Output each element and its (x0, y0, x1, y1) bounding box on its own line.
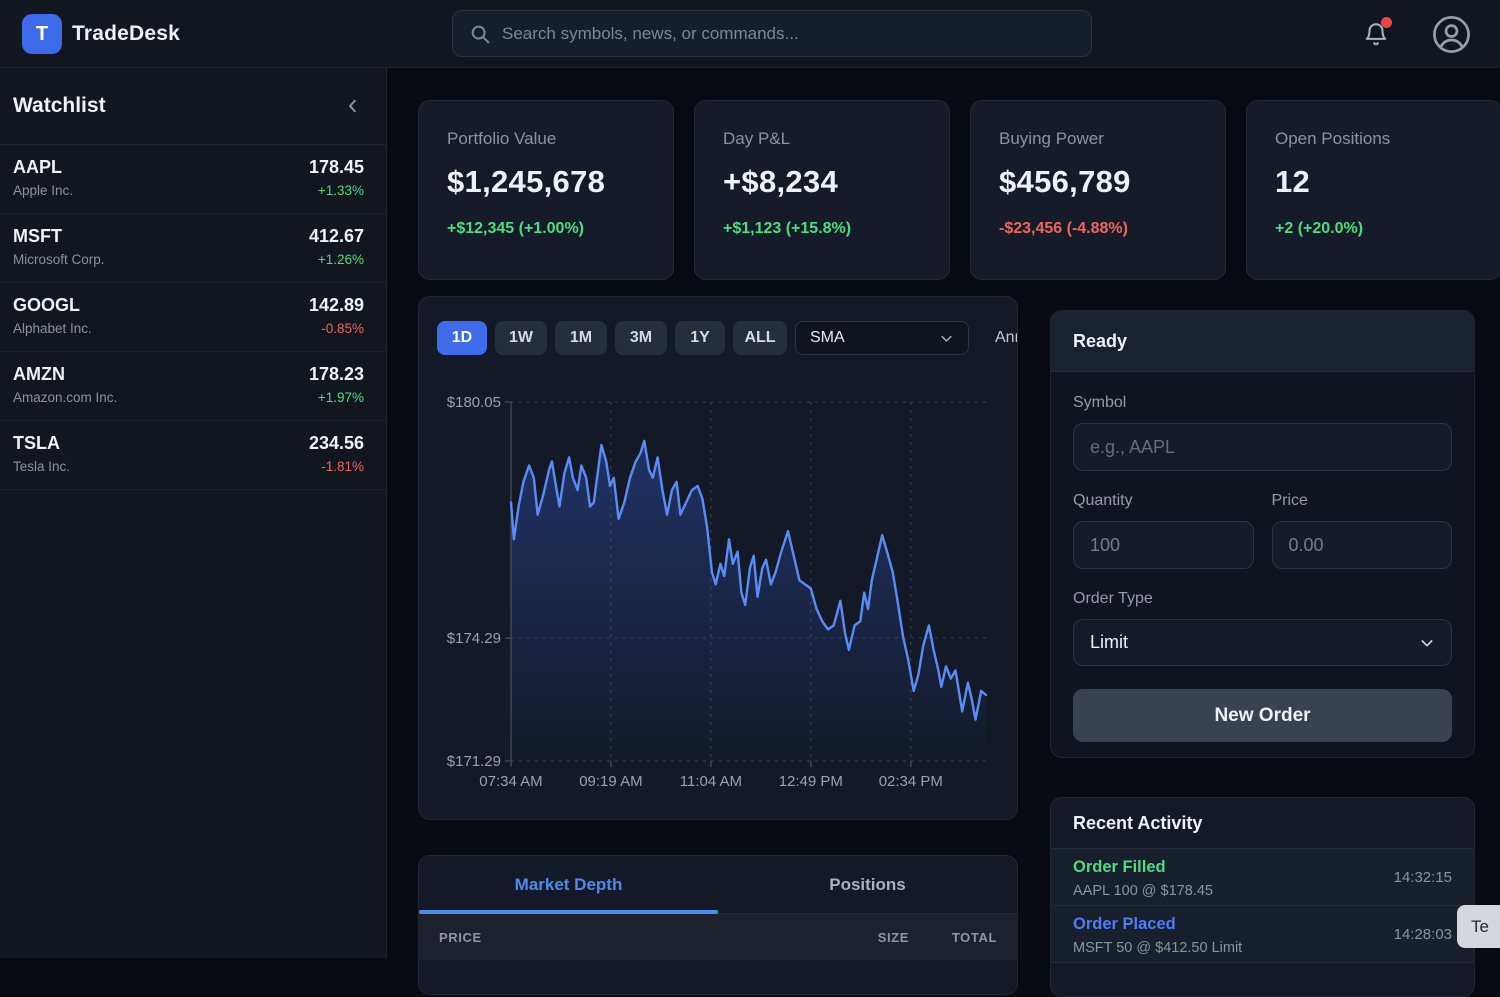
symbol-label: Symbol (1073, 394, 1452, 412)
svg-text:$171.29: $171.29 (447, 753, 501, 770)
new-order-button[interactable]: New Order (1073, 689, 1452, 742)
change: -0.85% (309, 321, 364, 336)
column-price: PRICE (439, 930, 779, 945)
price: 178.23 (309, 364, 364, 385)
company-name: Amazon.com Inc. (13, 390, 117, 405)
search-input[interactable] (502, 24, 1075, 44)
recent-activity-title: Recent Activity (1051, 798, 1474, 849)
bottom-tabs: Market Depth Positions (419, 856, 1017, 914)
symbol: GOOGL (13, 295, 92, 316)
app-logo: T (22, 14, 62, 54)
stat-change: +$1,123 (+15.8%) (723, 220, 921, 238)
search-icon (469, 23, 491, 45)
stat-card-portfolio-value: Portfolio Value $1,245,678 +$12,345 (+1.… (418, 100, 674, 280)
order-ticket-panel: Ready Symbol Quantity Price Order Type L… (1050, 310, 1475, 758)
activity-item-order-placed[interactable]: Order Placed MSFT 50 @ $412.50 Limit 14:… (1051, 906, 1474, 963)
column-total: TOTAL (909, 930, 997, 945)
market-depth-panel: Market Depth Positions PRICE SIZE TOTAL (418, 855, 1018, 995)
stat-label: Portfolio Value (447, 129, 645, 149)
stat-change: +2 (+20.0%) (1275, 220, 1473, 238)
company-name: Alphabet Inc. (13, 321, 92, 336)
stat-card-day-pnl: Day P&L +$8,234 +$1,123 (+15.8%) (694, 100, 950, 280)
toast-text: Te (1471, 917, 1489, 937)
watchlist-item-tsla[interactable]: TSLA Tesla Inc. 234.56 -1.81% (0, 421, 386, 490)
notification-badge (1381, 17, 1392, 28)
stat-value: $456,789 (999, 164, 1197, 200)
symbol: MSFT (13, 226, 105, 247)
activity-time: 14:32:15 (1394, 869, 1452, 886)
stat-label: Buying Power (999, 129, 1197, 149)
price: 412.67 (309, 226, 364, 247)
stat-card-buying-power: Buying Power $456,789 -$23,456 (-4.88%) (970, 100, 1226, 280)
change: -1.81% (309, 459, 364, 474)
stat-value: +$8,234 (723, 164, 921, 200)
svg-text:09:19 AM: 09:19 AM (579, 773, 642, 790)
order-status: Ready (1051, 311, 1474, 372)
stat-change: -$23,456 (-4.88%) (999, 220, 1197, 238)
chevron-down-icon (1419, 635, 1435, 651)
stat-value: $1,245,678 (447, 164, 645, 200)
watchlist-item-googl[interactable]: GOOGL Alphabet Inc. 142.89 -0.85% (0, 283, 386, 352)
svg-text:07:34 AM: 07:34 AM (479, 773, 542, 790)
watchlist-title: Watchlist (13, 94, 106, 118)
user-avatar-icon[interactable] (1431, 14, 1472, 55)
depth-table-header: PRICE SIZE TOTAL (419, 914, 1017, 960)
stats-row: Portfolio Value $1,245,678 +$12,345 (+1.… (418, 100, 1500, 280)
order-type-select[interactable]: Limit (1073, 619, 1452, 666)
change: +1.33% (309, 183, 364, 198)
stat-label: Open Positions (1275, 129, 1473, 149)
symbol: AMZN (13, 364, 117, 385)
svg-text:11:04 AM: 11:04 AM (680, 773, 742, 790)
activity-time: 14:28:03 (1394, 926, 1452, 943)
logo-letter: T (36, 23, 48, 46)
collapse-sidebar-chevron-left-icon[interactable] (344, 97, 362, 115)
price-chart[interactable]: $180.05 $174.29 $171.29 07:34 AM 09:19 AM 11:… (419, 297, 1018, 820)
recent-activity-panel: Recent Activity Order Filled AAPL 100 @ … (1050, 797, 1475, 997)
watchlist-header: Watchlist (0, 68, 386, 145)
search-bar[interactable] (452, 10, 1092, 57)
price: 178.45 (309, 157, 364, 178)
watchlist-sidebar: Watchlist AAPL Apple Inc. 178.45 +1.33% … (0, 68, 387, 958)
column-size: SIZE (779, 930, 909, 945)
stat-label: Day P&L (723, 129, 921, 149)
change: +1.26% (309, 252, 364, 267)
activity-item-order-filled[interactable]: Order Filled AAPL 100 @ $178.45 14:32:15 (1051, 849, 1474, 906)
price-field[interactable] (1272, 521, 1453, 569)
price-label: Price (1272, 492, 1453, 510)
watchlist-item-amzn[interactable]: AMZN Amazon.com Inc. 178.23 +1.97% (0, 352, 386, 421)
watchlist-item-aapl[interactable]: AAPL Apple Inc. 178.45 +1.33% (0, 145, 386, 214)
order-type-label: Order Type (1073, 590, 1452, 608)
svg-text:02:34 PM: 02:34 PM (879, 773, 943, 790)
price: 234.56 (309, 433, 364, 454)
order-type-value: Limit (1090, 632, 1128, 653)
tab-market-depth[interactable]: Market Depth (419, 856, 718, 913)
toast-notification: Te (1457, 905, 1500, 948)
svg-text:12:49 PM: 12:49 PM (779, 773, 843, 790)
svg-text:$174.29: $174.29 (447, 630, 501, 647)
quantity-label: Quantity (1073, 492, 1254, 510)
stat-value: 12 (1275, 164, 1473, 200)
change: +1.97% (309, 390, 364, 405)
order-status-text: Ready (1073, 331, 1127, 352)
company-name: Microsoft Corp. (13, 252, 105, 267)
stat-change: +$12,345 (+1.00%) (447, 220, 645, 238)
symbol: AAPL (13, 157, 73, 178)
price-chart-panel: 1D 1W 1M 3M 1Y ALL SMA Annotate $180.05$… (418, 296, 1018, 820)
watchlist-item-msft[interactable]: MSFT Microsoft Corp. 412.67 +1.26% (0, 214, 386, 283)
app-header: T TradeDesk (0, 0, 1500, 68)
tab-positions[interactable]: Positions (718, 856, 1017, 913)
price: 142.89 (309, 295, 364, 316)
quantity-field[interactable] (1073, 521, 1254, 569)
company-name: Apple Inc. (13, 183, 73, 198)
company-name: Tesla Inc. (13, 459, 70, 474)
app-title: TradeDesk (72, 0, 180, 68)
stat-card-open-positions: Open Positions 12 +2 (+20.0%) (1246, 100, 1500, 280)
svg-text:$180.05: $180.05 (447, 394, 501, 411)
symbol-field[interactable] (1073, 423, 1452, 471)
symbol: TSLA (13, 433, 70, 454)
notifications-button[interactable] (1363, 21, 1389, 47)
